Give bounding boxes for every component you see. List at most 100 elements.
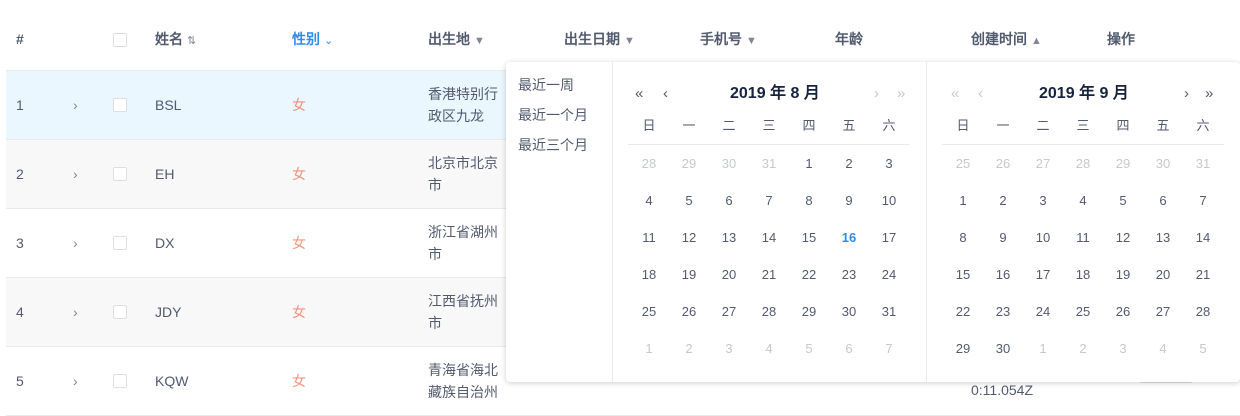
expand-row-icon[interactable]: › <box>73 71 78 139</box>
calendar-day[interactable]: 4 <box>1063 191 1103 211</box>
column-header-birthplace[interactable]: 出生地 ▼ <box>428 8 485 70</box>
prev-month-icon[interactable]: ‹ <box>663 82 668 106</box>
next-month-icon[interactable]: › <box>1184 82 1189 106</box>
calendar-title-left[interactable]: 2019 年 8 月 <box>730 82 820 106</box>
expand-row-icon[interactable]: › <box>73 347 78 415</box>
shortcut-last-month[interactable]: 最近一个月 <box>518 105 588 125</box>
calendar-day: 3 <box>725 341 733 356</box>
filter-caret-icon[interactable]: ▼ <box>624 35 635 47</box>
column-header-gender[interactable]: 性别 ⌄ <box>292 8 333 70</box>
calendar-day[interactable]: 28 <box>1183 302 1223 322</box>
calendar-day[interactable]: 4 <box>629 191 669 211</box>
expand-row-icon[interactable]: › <box>73 278 78 346</box>
calendar-day[interactable]: 21 <box>1183 265 1223 285</box>
calendar-day[interactable]: 25 <box>629 302 669 322</box>
calendar-title-right[interactable]: 2019 年 9 月 <box>1039 82 1129 106</box>
calendar-day[interactable]: 3 <box>869 154 909 174</box>
calendar-day[interactable]: 18 <box>1063 265 1103 285</box>
calendar-day-today[interactable]: 16 <box>829 228 869 248</box>
calendar-day[interactable]: 22 <box>943 302 983 322</box>
row-checkbox[interactable] <box>113 278 127 346</box>
calendar-day[interactable]: 26 <box>1103 302 1143 322</box>
calendar-day[interactable]: 16 <box>983 265 1023 285</box>
shortcut-last-three-months[interactable]: 最近三个月 <box>518 135 588 155</box>
calendar-day[interactable]: 13 <box>1143 228 1183 248</box>
filter-caret-icon[interactable]: ▼ <box>746 35 757 47</box>
calendar-day[interactable]: 24 <box>1023 302 1063 322</box>
calendar-day[interactable]: 17 <box>869 228 909 248</box>
checkbox-box[interactable] <box>113 167 127 181</box>
calendar-day[interactable]: 7 <box>749 191 789 211</box>
calendar-day[interactable]: 9 <box>829 191 869 211</box>
shortcut-last-week[interactable]: 最近一周 <box>518 75 574 95</box>
calendar-day[interactable]: 8 <box>943 228 983 248</box>
calendar-day[interactable]: 27 <box>1143 302 1183 322</box>
calendar-day[interactable]: 7 <box>1183 191 1223 211</box>
sort-icon[interactable]: ⇅ <box>187 35 196 47</box>
calendar-day[interactable]: 24 <box>869 265 909 285</box>
calendar-day[interactable]: 18 <box>629 265 669 285</box>
calendar-day[interactable]: 28 <box>749 302 789 322</box>
calendar-day[interactable]: 21 <box>749 265 789 285</box>
calendar-day[interactable]: 26 <box>669 302 709 322</box>
calendar-day[interactable]: 15 <box>789 228 829 248</box>
calendar-day[interactable]: 22 <box>789 265 829 285</box>
calendar-day[interactable]: 30 <box>829 302 869 322</box>
calendar-day[interactable]: 25 <box>1063 302 1103 322</box>
calendar-day[interactable]: 13 <box>709 228 749 248</box>
calendar-day[interactable]: 29 <box>943 339 983 359</box>
next-year-icon[interactable]: » <box>1205 82 1213 106</box>
checkbox-box[interactable] <box>113 374 127 388</box>
calendar-day[interactable]: 3 <box>1023 191 1063 211</box>
column-header-phone[interactable]: 手机号 ▼ <box>700 8 757 70</box>
filter-caret-up-icon[interactable]: ▲ <box>1031 35 1042 47</box>
prev-year-icon[interactable]: « <box>635 82 643 106</box>
calendar-day[interactable]: 19 <box>669 265 709 285</box>
calendar-day[interactable]: 11 <box>1063 228 1103 248</box>
calendar-day[interactable]: 29 <box>789 302 829 322</box>
calendar-day[interactable]: 8 <box>789 191 829 211</box>
calendar-day[interactable]: 30 <box>983 339 1023 359</box>
calendar-day[interactable]: 10 <box>869 191 909 211</box>
calendar-day[interactable]: 14 <box>749 228 789 248</box>
calendar-day[interactable]: 23 <box>829 265 869 285</box>
weekday-label: 五 <box>1156 118 1170 133</box>
calendar-day[interactable]: 17 <box>1023 265 1063 285</box>
calendar-day[interactable]: 6 <box>1143 191 1183 211</box>
calendar-day[interactable]: 31 <box>869 302 909 322</box>
filter-icon[interactable]: ⌄ <box>324 35 333 47</box>
column-header-name[interactable]: 姓名 ⇅ <box>155 8 196 70</box>
calendar-day[interactable]: 5 <box>669 191 709 211</box>
calendar-day[interactable]: 5 <box>1103 191 1143 211</box>
calendar-day[interactable]: 1 <box>789 154 829 174</box>
calendar-day[interactable]: 20 <box>1143 265 1183 285</box>
calendar-day[interactable]: 12 <box>1103 228 1143 248</box>
row-checkbox[interactable] <box>113 140 127 208</box>
calendar-day[interactable]: 14 <box>1183 228 1223 248</box>
expand-row-icon[interactable]: › <box>73 140 78 208</box>
calendar-day[interactable]: 11 <box>629 228 669 248</box>
checkbox-box[interactable] <box>113 236 127 250</box>
calendar-day[interactable]: 27 <box>709 302 749 322</box>
calendar-day[interactable]: 20 <box>709 265 749 285</box>
calendar-day[interactable]: 1 <box>943 191 983 211</box>
calendar-day[interactable]: 23 <box>983 302 1023 322</box>
filter-caret-icon[interactable]: ▼ <box>474 35 485 47</box>
row-checkbox[interactable] <box>113 71 127 139</box>
checkbox-box[interactable] <box>113 305 127 319</box>
calendar-day[interactable]: 19 <box>1103 265 1143 285</box>
calendar-day[interactable]: 6 <box>709 191 749 211</box>
column-header-birthdate[interactable]: 出生日期 ▼ <box>564 8 635 70</box>
row-checkbox[interactable] <box>113 347 127 415</box>
checkbox-box[interactable] <box>113 98 127 112</box>
calendar-day[interactable]: 2 <box>829 154 869 174</box>
calendar-day[interactable]: 12 <box>669 228 709 248</box>
column-header-created-time[interactable]: 创建时间 ▲ <box>971 8 1042 70</box>
calendar-day[interactable]: 15 <box>943 265 983 285</box>
calendar-day[interactable]: 2 <box>983 191 1023 211</box>
calendar-day[interactable]: 9 <box>983 228 1023 248</box>
calendar-day[interactable]: 10 <box>1023 228 1063 248</box>
expand-row-icon[interactable]: › <box>73 209 78 277</box>
select-all-checkbox[interactable] <box>113 8 127 70</box>
row-checkbox[interactable] <box>113 209 127 277</box>
